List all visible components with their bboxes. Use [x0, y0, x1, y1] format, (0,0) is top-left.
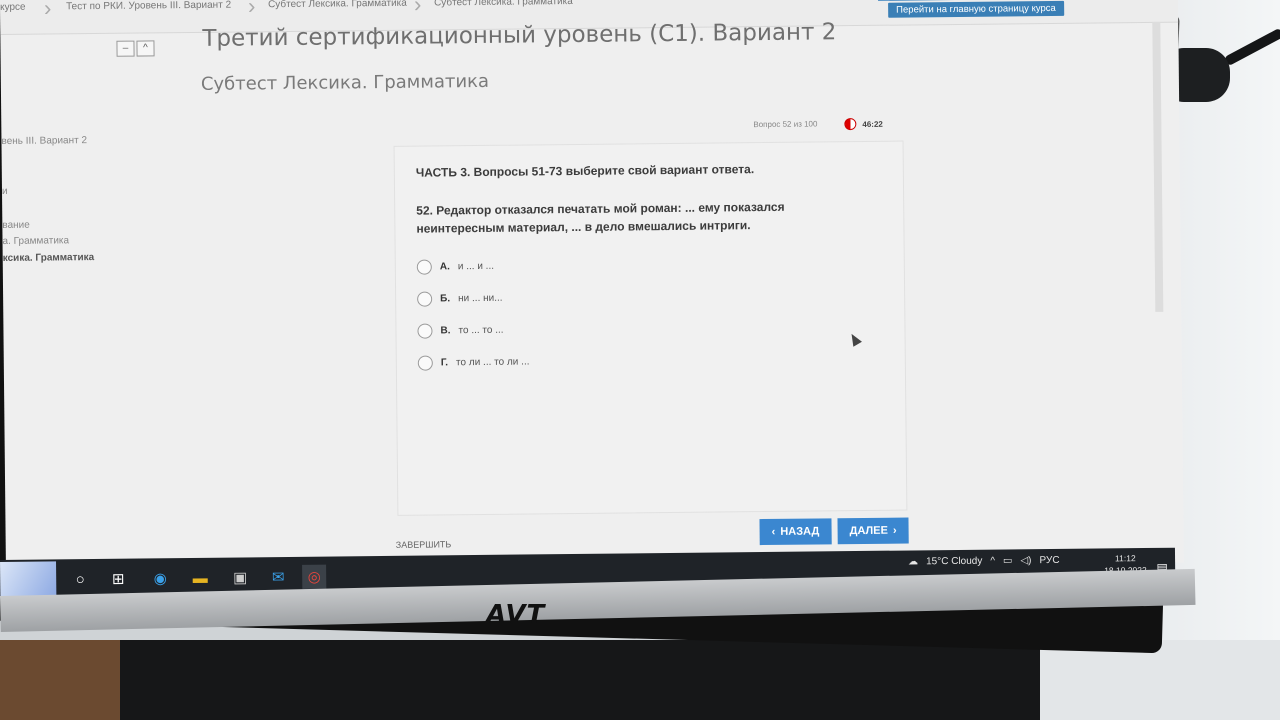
page-title: Третий сертификационный уровень (С1). Ва… — [202, 19, 837, 52]
sidenav-item[interactable]: а. Грамматика — [2, 235, 69, 247]
breadcrumb-separator-icon: › — [43, 0, 52, 21]
radio-button[interactable] — [417, 291, 433, 307]
finish-button[interactable]: ЗАВЕРШИТЬ — [396, 539, 452, 550]
back-button[interactable]: ‹ НАЗАД — [759, 518, 832, 546]
main-page-button[interactable]: Перейти на главную страницу курса — [888, 0, 1064, 18]
collapse-controls: – ^ — [116, 40, 155, 57]
side-nav: вень III. Вариант 2 и вание а. Грамматик… — [1, 134, 161, 264]
wall-lower — [1040, 640, 1280, 720]
question-text: 52. Редактор отказался печатать мой рома… — [416, 199, 785, 236]
weather-text[interactable]: 15°C Cloudy — [926, 556, 982, 568]
option-text: и ... и ... — [457, 260, 495, 273]
option-letter: В. — [440, 325, 451, 337]
option-letter: Г. — [440, 357, 449, 369]
option-letter: А. — [439, 261, 450, 273]
answer-option-d[interactable]: Г. то ли ... то ли ... — [417, 354, 530, 371]
desk — [0, 640, 120, 720]
radio-button[interactable] — [417, 355, 433, 371]
breadcrumb-item[interactable]: курсе — [0, 2, 26, 13]
timer-icon — [844, 118, 857, 131]
breadcrumb-item-current: Субтест Лексика. Грамматика — [433, 0, 573, 9]
sidenav-item[interactable]: вень III. Вариант 2 — [1, 135, 87, 147]
option-text: ни ... ни... — [458, 292, 503, 305]
search-circle-icon[interactable]: ○ — [68, 567, 92, 591]
timer: 46:22 — [844, 118, 883, 131]
next-button-label: ДАЛЕЕ — [849, 524, 888, 538]
answer-option-b[interactable]: Б. ни ... ни... — [417, 291, 503, 307]
monitor-stand — [120, 640, 1040, 720]
collapse-icon[interactable]: – — [116, 40, 135, 57]
answer-option-a[interactable]: А. и ... и ... — [416, 259, 495, 275]
edge-icon[interactable]: ◉ — [148, 566, 172, 590]
screen: курсе › Тест по РКИ. Уровень III. Вариан… — [0, 0, 1184, 575]
expand-icon[interactable]: ^ — [136, 40, 155, 57]
desktop-wallpaper-thumbnail — [0, 561, 57, 598]
mail-icon[interactable]: ✉ — [266, 565, 290, 589]
store-icon[interactable]: ▣ — [228, 565, 252, 589]
monitor-brand-logo: AVT — [486, 600, 546, 630]
scrollbar[interactable] — [1152, 21, 1164, 312]
chevron-up-icon[interactable]: ^ — [990, 556, 995, 567]
file-explorer-icon[interactable]: ▬ — [188, 566, 212, 590]
answer-option-c[interactable]: В. то ... то ... — [417, 323, 504, 339]
page-subtitle: Субтест Лексика. Грамматика — [200, 70, 490, 95]
option-text: то ли ... то ли ... — [455, 356, 530, 369]
option-letter: Б. — [440, 293, 451, 305]
sidenav-item-active[interactable]: ксика. Грамматика — [3, 252, 95, 264]
task-view-icon[interactable]: ⊞ — [106, 567, 130, 591]
timer-value: 46:22 — [862, 119, 883, 129]
next-button[interactable]: ДАЛЕЕ › — [837, 517, 909, 545]
chevron-right-icon: › — [892, 524, 897, 537]
breadcrumb-item[interactable]: Тест по РКИ. Уровень III. Вариант 2 — [66, 0, 231, 12]
sidenav-item[interactable]: вание — [2, 220, 30, 231]
option-text: то ... то ... — [458, 324, 504, 337]
sidenav-item[interactable]: и — [2, 186, 8, 197]
breadcrumb-separator-icon: › — [413, 0, 422, 17]
chrome-icon[interactable]: ◎ — [302, 564, 327, 589]
radio-button[interactable] — [417, 323, 433, 339]
chevron-left-icon: ‹ — [771, 525, 776, 538]
system-tray: ☁ 15°C Cloudy ^ ▭ ◁) РУС — [908, 555, 1060, 568]
language-indicator[interactable]: РУС — [1039, 555, 1059, 566]
radio-button[interactable] — [416, 259, 432, 275]
network-icon[interactable]: ▭ — [1003, 555, 1013, 566]
breadcrumb-item[interactable]: Субтест Лексика. Грамматика — [268, 0, 407, 10]
back-button-label: НАЗАД — [780, 525, 820, 538]
breadcrumb-separator-icon: › — [247, 0, 256, 19]
clock-time: 11:12 — [1114, 553, 1136, 564]
question-counter: Вопрос 52 из 100 — [753, 119, 818, 130]
cloud-icon: ☁ — [908, 556, 919, 568]
speaker-icon[interactable]: ◁) — [1020, 555, 1031, 566]
